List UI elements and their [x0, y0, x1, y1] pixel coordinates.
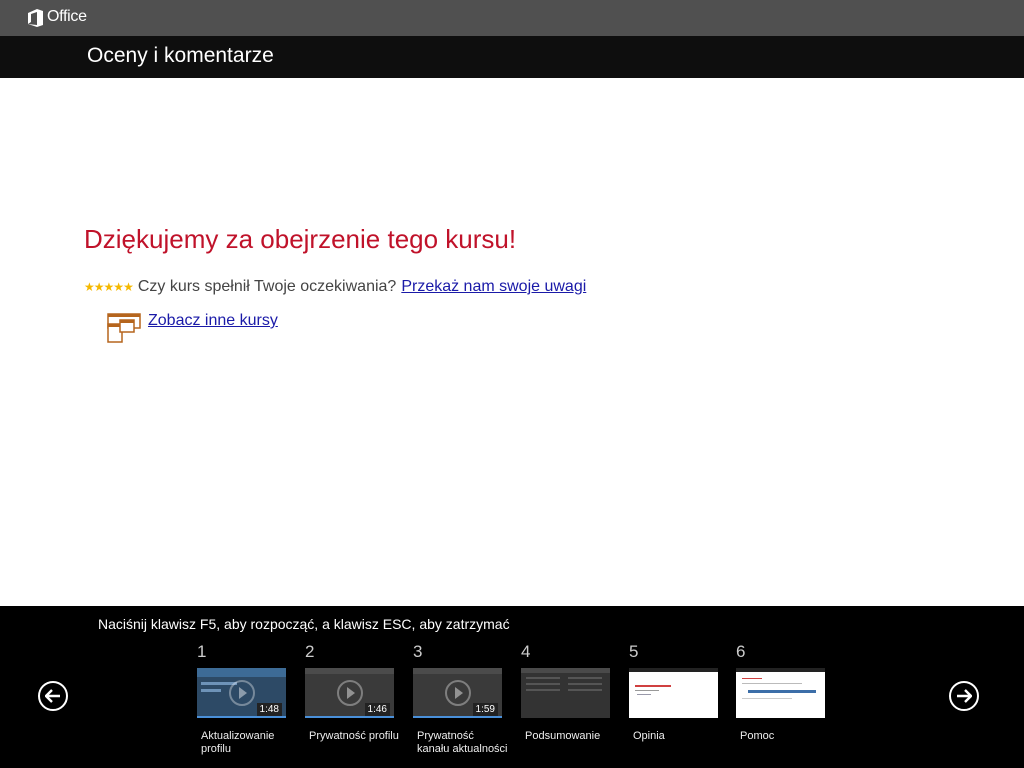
play-icon: [445, 680, 471, 706]
other-courses-link[interactable]: Zobacz inne kursy: [148, 312, 278, 330]
slide-preview: 1:46: [305, 668, 394, 718]
slide-thumbnail[interactable]: 4 Podsumowanie: [521, 642, 611, 743]
slide-label: Prywatność kanału aktualności: [417, 730, 508, 755]
slide-preview: [736, 668, 825, 718]
slide-number: 2: [305, 642, 315, 661]
slide-label: Opinia: [633, 730, 665, 742]
slide-number: 6: [736, 642, 746, 661]
feedback-row: ★ ★ ★ ★ ★ Czy kurs spełnił Twoje oczekiw…: [84, 276, 586, 298]
other-courses-row: Zobacz inne kursy: [106, 312, 278, 344]
rating-stars: ★ ★ ★ ★ ★: [84, 280, 134, 294]
title-bar: Oceny i komentarze: [0, 36, 1024, 78]
top-bar: Office: [0, 0, 1024, 36]
slide-thumbnail[interactable]: 6 Pomoc: [736, 642, 826, 743]
slide-number: 5: [629, 642, 639, 661]
slide-preview: [521, 668, 610, 718]
previous-button[interactable]: [38, 681, 68, 711]
slide-preview: [629, 668, 718, 718]
arrow-right-icon: [957, 689, 972, 703]
thank-you-heading: Dziękujemy za obejrzenie tego kursu!: [84, 224, 517, 254]
page-title: Oceny i komentarze: [87, 44, 274, 67]
slide-thumbnail[interactable]: 5 Opinia: [629, 642, 719, 743]
slide-label: Pomoc: [740, 730, 775, 742]
feedback-question: Czy kurs spełnił Twoje oczekiwania?: [137, 278, 397, 295]
next-button[interactable]: [949, 681, 979, 711]
courses-windows-icon: [107, 313, 141, 343]
slide-thumbnail[interactable]: 2 1:46 Prywatność profilu: [305, 642, 399, 743]
office-logo-icon: [28, 9, 43, 27]
office-brand-text: Office: [47, 8, 87, 25]
star-icon: ★: [123, 280, 134, 294]
keyboard-hint: Naciśnij klawisz F5, aby rozpocząć, a kl…: [98, 616, 510, 632]
play-icon: [229, 680, 255, 706]
video-duration: 1:46: [364, 703, 390, 716]
slide-preview: 1:59: [413, 668, 502, 718]
video-duration: 1:48: [256, 703, 282, 716]
slide-navigation-bar: Naciśnij klawisz F5, aby rozpocząć, a kl…: [0, 606, 1024, 768]
watched-progress-bar: [305, 716, 394, 718]
slide-number: 1: [197, 642, 207, 661]
slide-number: 3: [413, 642, 423, 661]
video-duration: 1:59: [472, 703, 498, 716]
slide-preview: 1:48: [197, 668, 286, 718]
slide-thumbnail[interactable]: 1 1:48 Aktualizowanie profilu: [197, 642, 287, 756]
slide-thumbnail[interactable]: 3 1:59 Prywatność kanału aktualności: [413, 642, 508, 756]
watched-progress-bar: [197, 716, 286, 718]
slide-label: Aktualizowanie profilu: [201, 730, 275, 755]
arrow-left-icon: [45, 689, 60, 703]
watched-progress-bar: [413, 716, 502, 718]
slide-number: 4: [521, 642, 531, 661]
slide-label: Podsumowanie: [525, 730, 601, 742]
play-icon: [337, 680, 363, 706]
slide-label: Prywatność profilu: [309, 730, 399, 742]
feedback-link[interactable]: Przekaż nam swoje uwagi: [401, 278, 586, 296]
